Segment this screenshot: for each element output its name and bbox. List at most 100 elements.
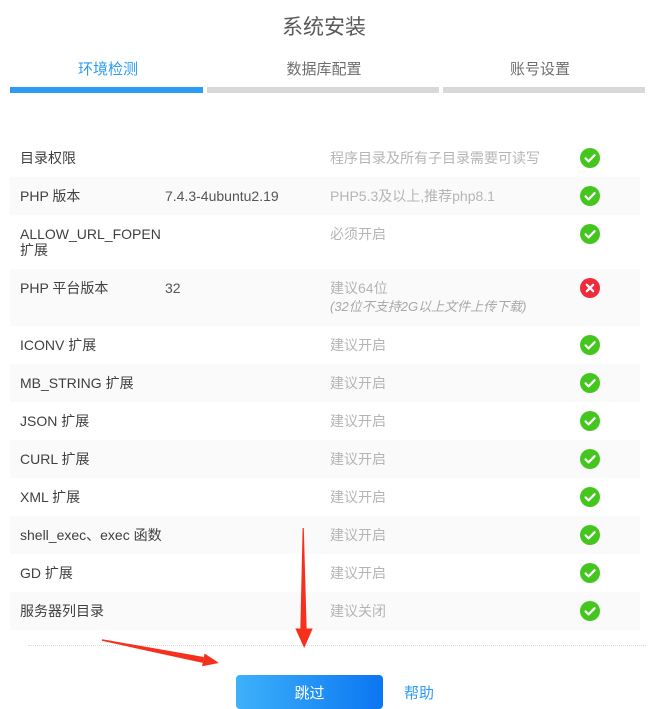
- check-icon: [580, 449, 600, 469]
- check-status: [580, 440, 600, 478]
- check-hint-text: 建议关闭: [330, 603, 580, 619]
- check-name: CURL 扩展: [10, 440, 165, 478]
- tab-bar: 环境检测 数据库配置 账号设置: [0, 62, 648, 78]
- check-row: GD 扩展 建议开启: [10, 554, 640, 592]
- check-name: PHP 平台版本: [10, 269, 165, 307]
- check-name: ALLOW_URL_FOPEN 扩展: [10, 215, 165, 269]
- check-hint-text: 建议开启: [330, 565, 580, 581]
- footer-actions: 跳过 帮助: [236, 675, 648, 709]
- check-row: 目录权限 程序目录及所有子目录需要可读写: [10, 139, 640, 177]
- check-hint: 建议开启: [330, 554, 580, 592]
- check-hint-text: 程序目录及所有子目录需要可读写: [330, 150, 580, 166]
- check-row: PHP 版本 7.4.3-4ubuntu2.19 PHP5.3及以上,推荐php…: [10, 177, 640, 215]
- check-status: [580, 516, 600, 554]
- check-row: MB_STRING 扩展 建议开启: [10, 364, 640, 402]
- check-name: 目录权限: [10, 139, 165, 177]
- check-hint-text: 建议开启: [330, 375, 580, 391]
- check-status: [580, 592, 600, 630]
- check-icon: [580, 411, 600, 431]
- check-hint-text: 建议开启: [330, 451, 580, 467]
- check-value: [165, 364, 330, 386]
- tab-account-settings[interactable]: 账号设置: [432, 62, 648, 78]
- check-row: ALLOW_URL_FOPEN 扩展 必须开启: [10, 215, 640, 269]
- check-hint: 建议开启: [330, 478, 580, 516]
- check-value: [165, 139, 330, 161]
- check-value: [165, 554, 330, 576]
- check-hint-text: 建议开启: [330, 413, 580, 429]
- check-value: [165, 215, 330, 237]
- check-status: [580, 177, 600, 215]
- check-row: JSON 扩展 建议开启: [10, 402, 640, 440]
- check-hint: 建议开启: [330, 402, 580, 440]
- page-title: 系统安装: [0, 0, 648, 39]
- check-hint-text: 建议64位: [330, 280, 580, 296]
- progress-segment-3: [443, 87, 645, 93]
- check-value: [165, 592, 330, 614]
- check-name: XML 扩展: [10, 478, 165, 516]
- installer-window: 系统安装 环境检测 数据库配置 账号设置 目录权限 程序目录及所有子目录需要可读…: [0, 0, 648, 708]
- check-hint-text: 建议开启: [330, 337, 580, 353]
- check-hint: 建议开启: [330, 516, 580, 554]
- check-hint: 建议开启: [330, 364, 580, 402]
- check-icon: [580, 525, 600, 545]
- check-value: 32: [165, 269, 330, 307]
- check-row: XML 扩展 建议开启: [10, 478, 640, 516]
- check-row: CURL 扩展 建议开启: [10, 440, 640, 478]
- progress-segment-2: [207, 87, 439, 93]
- check-row: PHP 平台版本 32 建议64位 (32位不支持2G以上文件上传下载): [10, 269, 640, 326]
- check-hint: PHP5.3及以上,推荐php8.1: [330, 177, 580, 215]
- check-row: 服务器列目录 建议关闭: [10, 592, 640, 630]
- check-icon: [580, 186, 600, 206]
- progress-segment-active: [10, 87, 203, 93]
- check-value: [165, 326, 330, 348]
- check-hint: 必须开启: [330, 215, 580, 253]
- check-status: [580, 554, 600, 592]
- check-name: PHP 版本: [10, 177, 165, 215]
- check-value: [165, 402, 330, 424]
- check-hint-text: 必须开启: [330, 226, 580, 242]
- check-hint: 建议开启: [330, 440, 580, 478]
- check-icon: [580, 487, 600, 507]
- check-hint-text: PHP5.3及以上,推荐php8.1: [330, 188, 580, 204]
- check-hint: 建议开启: [330, 326, 580, 364]
- tab-env-check[interactable]: 环境检测: [0, 62, 216, 78]
- check-status: [580, 402, 600, 440]
- check-icon: [580, 563, 600, 583]
- check-status: [580, 364, 600, 402]
- skip-button[interactable]: 跳过: [236, 675, 383, 709]
- diagonal-arrow-annotation: [102, 639, 219, 666]
- check-value: [165, 478, 330, 500]
- dotted-divider: [28, 645, 646, 646]
- check-icon: [580, 373, 600, 393]
- check-row: ICONV 扩展 建议开启: [10, 326, 640, 364]
- check-hint-text: 建议开启: [330, 489, 580, 505]
- check-status: [580, 478, 600, 516]
- help-link[interactable]: 帮助: [404, 682, 434, 703]
- check-hint-text: 建议开启: [330, 527, 580, 543]
- check-status: [580, 326, 600, 364]
- check-row: shell_exec、exec 函数 建议开启: [10, 516, 640, 554]
- check-value: [165, 440, 330, 462]
- check-value: [165, 516, 330, 538]
- check-icon: [580, 224, 600, 244]
- check-name: JSON 扩展: [10, 402, 165, 440]
- check-status: [580, 215, 600, 253]
- env-check-table: 目录权限 程序目录及所有子目录需要可读写 PHP 版本 7.4.3-4ubunt…: [0, 139, 648, 630]
- check-icon: [580, 601, 600, 621]
- check-name: shell_exec、exec 函数: [10, 516, 165, 554]
- check-icon: [580, 148, 600, 168]
- check-status: [580, 269, 600, 307]
- check-name: ICONV 扩展: [10, 326, 165, 364]
- check-name: MB_STRING 扩展: [10, 364, 165, 402]
- check-status: [580, 139, 600, 177]
- step-progress-bar: [10, 87, 645, 93]
- check-value: 7.4.3-4ubuntu2.19: [165, 177, 330, 215]
- check-hint: 建议关闭: [330, 592, 580, 630]
- check-name: 服务器列目录: [10, 592, 165, 630]
- cross-icon: [580, 278, 600, 298]
- tab-database-config[interactable]: 数据库配置: [216, 62, 432, 78]
- check-note: (32位不支持2G以上文件上传下载): [330, 299, 580, 315]
- check-icon: [580, 335, 600, 355]
- check-name: GD 扩展: [10, 554, 165, 592]
- check-hint: 建议64位 (32位不支持2G以上文件上传下载): [330, 269, 580, 326]
